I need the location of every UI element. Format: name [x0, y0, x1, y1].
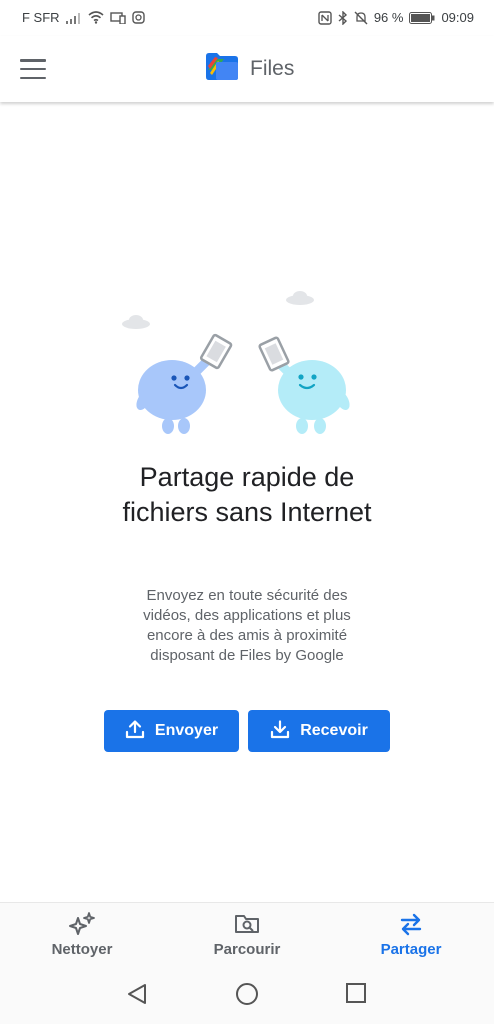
nav-label-share: Partager: [380, 941, 442, 958]
upload-icon: [125, 719, 145, 744]
receive-button[interactable]: Recevoir: [248, 710, 390, 752]
wifi-icon: [88, 11, 104, 24]
send-button[interactable]: Envoyer: [104, 710, 239, 752]
share-description: Envoyez en toute sécurité des vidéos, de…: [143, 587, 351, 664]
carrier-label: F SFR: [22, 10, 60, 25]
nav-item-browse[interactable]: Parcourir: [177, 911, 317, 958]
app-title: Files: [204, 52, 294, 85]
clock: 09:09: [441, 10, 474, 25]
nfc-icon: [318, 10, 332, 25]
app-bar: Files: [0, 36, 494, 102]
sparkle-icon: [12, 911, 152, 937]
menu-icon-line: [20, 76, 46, 79]
home-icon[interactable]: [235, 982, 259, 1011]
mute-icon: [354, 11, 368, 25]
menu-button[interactable]: [20, 56, 46, 82]
share-empty-state: Partage rapide de fichiers sans Internet…: [0, 102, 494, 902]
swap-arrows-icon: [341, 911, 481, 937]
battery-percent: 96 %: [373, 10, 404, 25]
nav-label-clean: Nettoyer: [51, 941, 113, 958]
bottom-navigation: Nettoyer Parcourir Partager: [0, 902, 494, 967]
system-navigation-bar: [0, 966, 494, 1024]
cast-device-icon: [109, 11, 126, 24]
menu-icon-line: [20, 59, 46, 62]
share-headline: Partage rapide de fichiers sans Internet: [122, 462, 372, 527]
menu-icon-line: [20, 67, 46, 71]
files-logo-icon: [204, 52, 238, 85]
nav-label-browse: Parcourir: [213, 941, 281, 958]
app-title-text: Files: [250, 56, 295, 80]
folder-search-icon: [177, 911, 317, 937]
bluetooth-icon: [338, 10, 348, 25]
nav-item-clean[interactable]: Nettoyer: [12, 911, 152, 958]
receive-button-label: Recevoir: [300, 722, 368, 739]
status-bar: F SFR 96 % 09:09: [0, 0, 494, 36]
recents-icon[interactable]: [345, 982, 367, 1009]
signal-icon: [65, 12, 82, 24]
battery-icon: [409, 11, 435, 24]
instagram-icon: [131, 11, 145, 24]
back-icon[interactable]: [126, 982, 148, 1011]
share-illustration: [114, 288, 364, 443]
send-button-label: Envoyer: [154, 722, 219, 739]
nav-item-share[interactable]: Partager: [341, 911, 481, 958]
download-icon: [270, 719, 290, 744]
